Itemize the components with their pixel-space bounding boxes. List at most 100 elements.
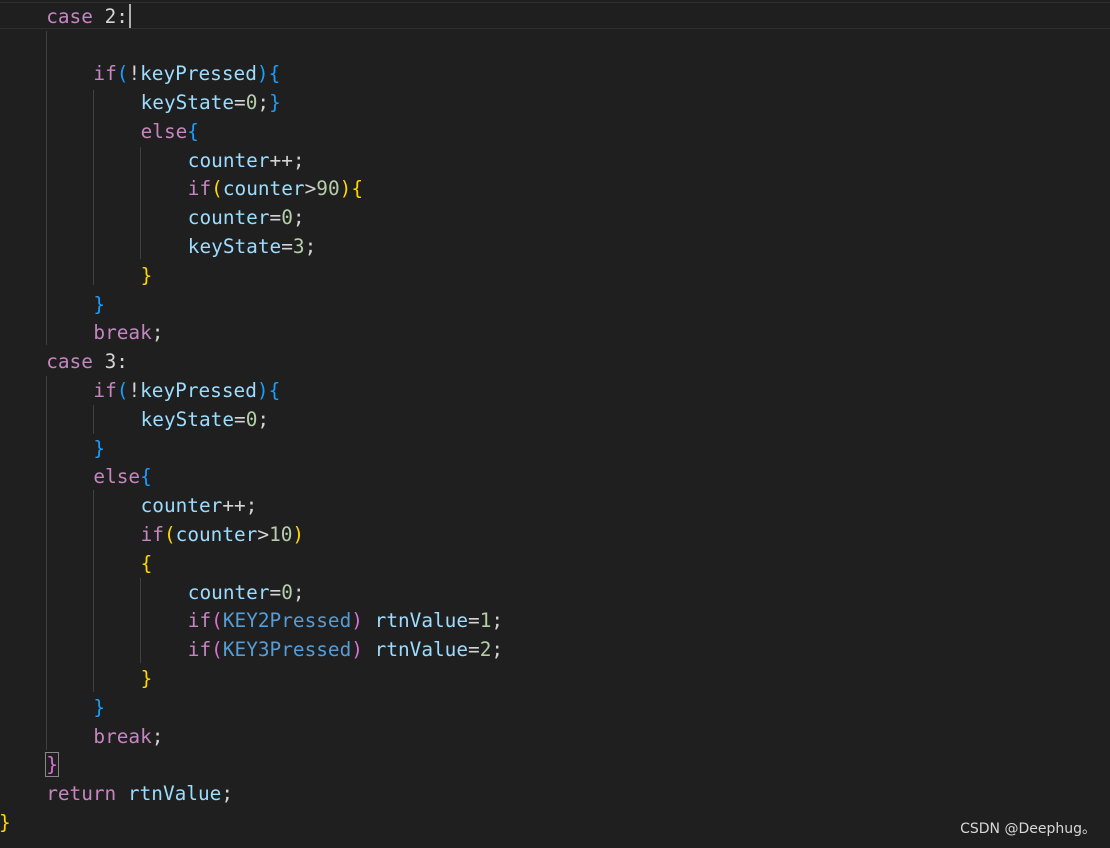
code-token: if [187,177,212,201]
code-line[interactable]: counter++; [141,491,258,520]
code-token: if [93,62,117,86]
code-line[interactable]: } [93,290,105,319]
code-line[interactable]: break; [93,722,163,751]
code-line[interactable]: if(KEY3Pressed) rtnValue=2; [188,635,503,664]
code-line[interactable]: } [93,434,105,463]
code-token: break [93,321,152,345]
code-token: > [257,522,270,546]
code-token: keyPressed [140,62,257,86]
code-token: counter [187,206,270,230]
code-editor[interactable]: case 2: if(!keyPressed){keyState=0;} else{… [0,0,1110,848]
code-token: ( [211,177,223,201]
code-token: ) [351,609,363,633]
code-line[interactable]: if(KEY2Pressed) rtnValue=1; [188,606,503,635]
code-line[interactable]: if(counter>90){ [188,174,363,203]
code-token: rtnValue [374,609,469,633]
code-token: ; [151,724,164,748]
indent-guide [93,90,94,285]
code-token: ( [116,62,129,86]
code-line[interactable]: if(!keyPressed){ [93,376,280,405]
code-line[interactable]: else{ [93,462,151,491]
code-token: = [234,90,246,114]
code-token: { [140,551,153,575]
code-token: ; [491,638,504,662]
code-token: > [304,177,317,201]
code-token: { [140,465,152,489]
current-line-highlight [0,2,1110,29]
code-token: ( [116,378,129,402]
code-token: 2: [92,4,128,28]
code-line[interactable]: if(counter>10) [141,520,305,549]
code-line[interactable]: counter=0; [188,203,305,232]
matched-bracket-highlight [45,752,59,777]
code-token: = [269,580,282,604]
code-line[interactable]: if(!keyPressed){ [93,59,280,88]
code-token: counter [187,580,270,604]
code-token: 90 [316,177,340,201]
code-token: counter [187,148,270,172]
code-token: } [269,90,281,114]
code-token: if [93,378,117,402]
code-token: ( [211,609,223,633]
code-line[interactable]: case 2: [46,2,128,31]
code-line[interactable]: counter++; [188,146,305,175]
code-token: rtnValue [127,782,222,806]
code-token: } [93,292,106,316]
code-token: 0 [245,90,258,114]
code-token: keyPressed [140,378,257,402]
code-line[interactable]: } [0,808,11,837]
code-token: ( [163,522,176,546]
code-line[interactable]: case 3: [46,347,128,376]
code-token: } [140,666,153,690]
indent-guide [46,31,47,345]
code-token: ; [304,234,317,258]
indent-guide [140,578,141,663]
code-line[interactable]: counter=0; [188,578,305,607]
code-token: ; [257,407,270,431]
code-token: ! [128,378,141,402]
code-token: = [234,407,246,431]
code-token: { [187,119,199,143]
code-token: = [281,234,293,258]
code-line[interactable]: } [141,261,153,290]
code-line[interactable]: keyState=0; [141,405,269,434]
code-token: ; [292,580,305,604]
code-token: else [93,465,141,489]
code-token: 10 [269,522,293,546]
code-token: case [46,350,93,374]
indent-guide [140,147,141,259]
code-token: KEY3Pressed [222,638,352,662]
code-line[interactable]: { [141,549,153,578]
code-token: else [140,119,188,143]
code-line[interactable]: return rtnValue; [46,779,233,808]
indent-guide [93,490,94,692]
text-cursor [129,4,131,28]
code-line[interactable]: keyState=0;} [141,88,281,117]
code-token: ) [256,62,269,86]
code-line[interactable]: } [93,693,105,722]
code-line[interactable]: } [141,664,153,693]
code-token: 2 [479,638,492,662]
code-line[interactable]: break; [93,318,163,347]
code-token: ; [292,206,305,230]
indent-guide [46,376,47,750]
code-token: 3 [292,234,305,258]
code-token: = [468,609,480,633]
code-token: if [187,609,212,633]
code-token: } [0,810,11,834]
watermark: CSDN @Deephug。 [960,821,1096,837]
code-line[interactable]: else{ [141,117,199,146]
code-line[interactable]: keyState=3; [188,232,316,261]
code-token: ) [292,522,305,546]
indent-guide [93,405,94,434]
code-token: = [269,206,282,230]
code-token: keyState [140,407,234,431]
code-token: keyState [187,234,282,258]
code-token: ) [256,378,269,402]
code-token: = [468,638,480,662]
code-token: ! [128,62,141,86]
code-token: ++; [269,148,305,172]
